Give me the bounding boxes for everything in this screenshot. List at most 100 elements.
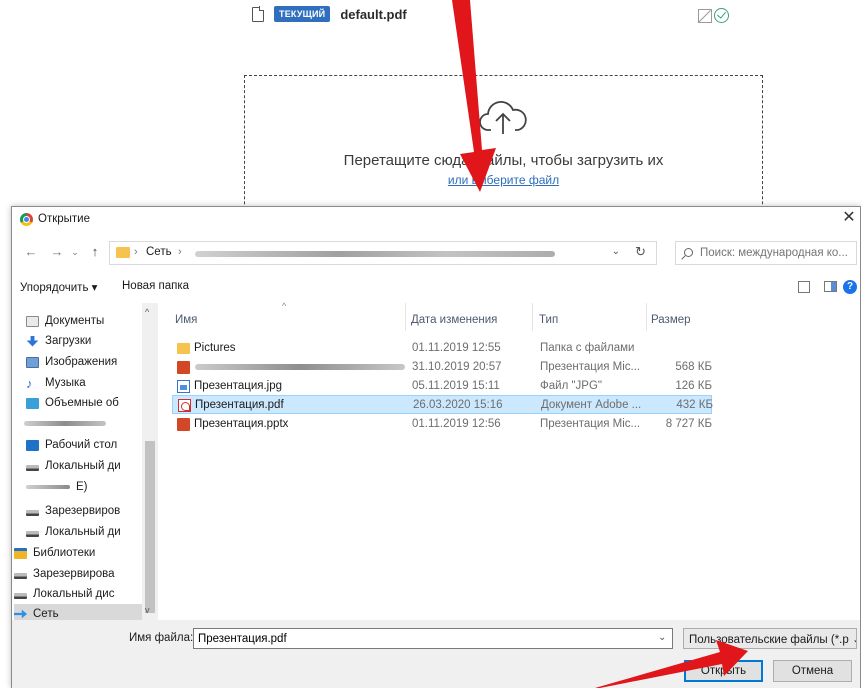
nav-item-local-disk-3[interactable]: Локальный дис: [14, 584, 142, 604]
nav-item-desktop[interactable]: Рабочий стол: [26, 435, 154, 455]
dialog-titlebar[interactable]: Открытие ✕: [12, 207, 860, 233]
column-header-size[interactable]: Размер: [651, 314, 691, 326]
document-icon: [252, 6, 265, 22]
nav-item-reserved-2[interactable]: Зарезервирова: [14, 564, 142, 584]
libraries-icon: [14, 547, 27, 559]
desktop-icon: [26, 439, 39, 451]
file-name: Презентация.pdf: [195, 399, 284, 411]
scroll-thumb[interactable]: [145, 441, 155, 613]
path-separator: ›: [134, 246, 138, 258]
search-box[interactable]: [675, 241, 857, 265]
drive-icon: [14, 573, 27, 579]
back-arrow-icon[interactable]: ←: [22, 243, 40, 261]
search-input[interactable]: [700, 242, 856, 264]
refresh-icon[interactable]: ↻: [635, 244, 646, 260]
folder-icon: [116, 247, 130, 258]
nav-item-libraries[interactable]: Библиотеки: [14, 543, 142, 563]
cloud-upload-icon: [479, 101, 527, 134]
powerpoint-icon: [177, 418, 190, 431]
column-header-name[interactable]: Имя: [175, 314, 197, 326]
help-icon[interactable]: ?: [843, 280, 857, 294]
scroll-down-icon[interactable]: v: [145, 605, 150, 615]
up-arrow-icon[interactable]: ↑: [86, 243, 104, 261]
table-row[interactable]: Презентация.pptx 01.11.2019 12:56 Презен…: [172, 415, 712, 434]
nav-item-drive-e[interactable]: E): [26, 477, 154, 497]
file-status-icons: [698, 8, 729, 23]
file-name: Презентация.jpg: [194, 380, 283, 392]
preview-pane-icon[interactable]: [824, 281, 837, 292]
forward-arrow-icon[interactable]: →: [48, 243, 66, 261]
new-folder-button[interactable]: Новая папка: [122, 280, 189, 292]
cancel-button[interactable]: Отмена: [773, 660, 852, 682]
file-list: Имя ^ Дата изменения Тип Размер Pictures…: [162, 301, 861, 620]
file-name: Презентация.pptx: [194, 418, 289, 430]
scroll-up-icon[interactable]: ^: [145, 307, 149, 317]
file-date: 05.11.2019 15:11: [412, 380, 500, 392]
file-type: Файл "JPG": [540, 380, 602, 392]
downloads-icon: [26, 335, 39, 347]
dialog-footer: Имя файла: ⌄ Пользовательские файлы (*.p…: [12, 620, 860, 688]
open-file-dialog: Открытие ✕ ← → ⌄ ↑ › Сеть › ⌄ ↻ Упорядоч…: [11, 206, 861, 688]
navigation-bar: ← → ⌄ ↑ › Сеть › ⌄ ↻: [12, 239, 860, 267]
file-size: 568 КБ: [675, 361, 712, 373]
nav-item-downloads[interactable]: Загрузки: [26, 331, 154, 351]
column-header-date[interactable]: Дата изменения: [411, 314, 497, 326]
file-date: 26.03.2020 15:16: [413, 399, 503, 411]
choose-file-link[interactable]: или выберите файл: [245, 173, 762, 187]
nav-item-local-disk-2[interactable]: Локальный ди: [26, 522, 154, 542]
file-type: Документ Adobe ...: [541, 399, 642, 411]
drive-icon: [26, 531, 39, 537]
file-date: 01.11.2019 12:56: [412, 418, 501, 430]
image-file-icon: [177, 380, 190, 393]
close-button[interactable]: ✕: [838, 207, 860, 231]
drive-icon: [26, 510, 39, 516]
path-segment-network[interactable]: Сеть: [146, 246, 172, 258]
address-bar[interactable]: › Сеть › ⌄ ↻: [109, 241, 657, 265]
current-badge: ТЕКУЩИЙ: [274, 6, 331, 22]
music-icon: ♪: [26, 375, 33, 391]
nav-item-network[interactable]: Сеть: [14, 604, 142, 620]
pictures-icon: [26, 356, 39, 368]
chevron-down-icon[interactable]: ⌄: [612, 246, 620, 257]
file-type-filter[interactable]: Пользовательские файлы (*.p ⌄: [683, 628, 857, 649]
dialog-title: Открытие: [38, 213, 90, 225]
file-date: 31.10.2019 20:57: [412, 361, 502, 373]
file-name: Pictures: [194, 342, 236, 354]
filename-label: Имя файла:: [129, 632, 194, 644]
signature-off-icon[interactable]: [698, 8, 712, 23]
open-button[interactable]: Открыть: [684, 660, 763, 682]
file-size: 432 КБ: [676, 399, 713, 411]
table-row[interactable]: Презентация.jpg 05.11.2019 15:11 Файл "J…: [172, 377, 712, 396]
organize-menu[interactable]: Упорядочить ▾: [20, 280, 97, 294]
nav-item-music[interactable]: ♪ Музыка: [26, 373, 154, 393]
column-divider[interactable]: [532, 303, 533, 331]
recent-locations-chevron-icon[interactable]: ⌄: [66, 243, 84, 261]
column-divider[interactable]: [405, 303, 406, 331]
table-row-selected[interactable]: Презентация.pdf 26.03.2020 15:16 Докумен…: [172, 395, 713, 414]
column-divider[interactable]: [646, 303, 647, 331]
navigation-pane: Документы Загрузки Изображения ♪ Музыка О…: [12, 303, 158, 620]
file-size: 126 КБ: [675, 380, 712, 392]
file-type: Презентация Mic...: [540, 361, 641, 373]
nav-item-documents[interactable]: Документы: [26, 311, 154, 331]
nav-item-3d-objects[interactable]: Объемные об: [26, 393, 154, 413]
chevron-down-icon[interactable]: ⌄: [658, 632, 666, 643]
view-options-icon[interactable]: [798, 281, 810, 293]
blurred-nav-item: [24, 421, 106, 426]
drive-icon: [14, 593, 27, 599]
current-file-name: default.pdf: [340, 6, 407, 22]
file-type: Папка с файлами: [540, 342, 635, 354]
file-type: Презентация Mic...: [540, 418, 641, 430]
table-row[interactable]: Pictures 01.11.2019 12:55 Папка с файлам…: [172, 339, 712, 358]
table-row[interactable]: 31.10.2019 20:57 Презентация Mic... 568 …: [172, 358, 712, 377]
nav-pane-scrollbar[interactable]: ^ v: [142, 303, 158, 620]
filename-input[interactable]: [193, 628, 673, 649]
nav-item-reserved[interactable]: Зарезервиров: [26, 501, 154, 521]
nav-item-local-disk[interactable]: Локальный ди: [26, 456, 154, 476]
network-icon: [14, 609, 27, 619]
nav-item-pictures[interactable]: Изображения: [26, 352, 154, 372]
blurred-drive-icon: [26, 485, 70, 489]
current-file-row: ТЕКУЩИЙ default.pdf: [252, 6, 407, 22]
file-size: 8 727 КБ: [665, 418, 712, 430]
column-header-type[interactable]: Тип: [539, 314, 558, 326]
